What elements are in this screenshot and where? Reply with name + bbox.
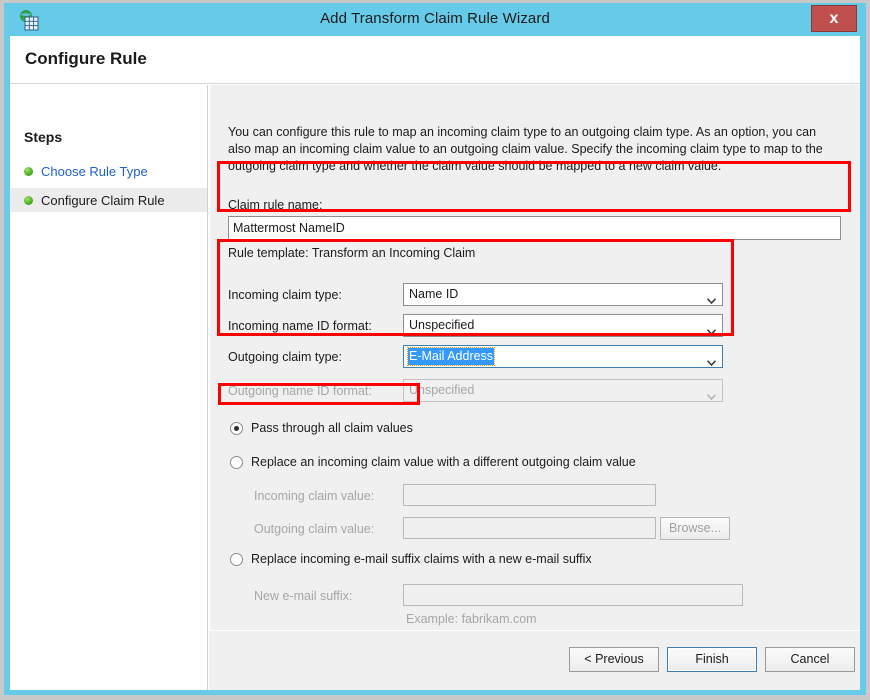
sidebar-item-label: Configure Claim Rule — [41, 193, 165, 208]
sidebar-title: Steps — [24, 129, 62, 145]
close-icon[interactable]: x — [811, 5, 857, 32]
incoming-claim-value-input — [403, 484, 656, 506]
claim-rule-name-input[interactable]: Mattermost NameID — [228, 216, 841, 240]
wizard-window: Add Transform Claim Rule Wizard x Config… — [4, 3, 866, 695]
steps-sidebar: Steps Choose Rule Type Configure Claim R… — [10, 85, 208, 690]
chevron-down-icon — [707, 322, 716, 328]
radio-replace-claim-value[interactable]: Replace an incoming claim value with a d… — [230, 455, 636, 469]
chevron-down-icon — [707, 291, 716, 297]
incoming-name-id-format-value: Unspecified — [408, 317, 475, 334]
incoming-claim-type-value: Name ID — [408, 286, 459, 303]
title-bar: Add Transform Claim Rule Wizard x — [4, 3, 866, 36]
incoming-name-id-format-select[interactable]: Unspecified — [403, 314, 723, 337]
radio-label: Replace an incoming claim value with a d… — [251, 455, 636, 469]
screenshot-root: Add Transform Claim Rule Wizard x Config… — [0, 0, 870, 700]
chevron-down-icon — [707, 353, 716, 359]
step-bullet-icon — [24, 196, 33, 205]
incoming-claim-type-label: Incoming claim type: — [228, 288, 342, 302]
incoming-name-id-format-label: Incoming name ID format: — [228, 319, 372, 333]
previous-button[interactable]: < Previous — [569, 647, 659, 672]
finish-button[interactable]: Finish — [667, 647, 757, 672]
new-email-suffix-input — [403, 584, 743, 606]
outgoing-name-id-format-select: Unspecified — [403, 379, 723, 402]
cancel-button[interactable]: Cancel — [765, 647, 855, 672]
window-title: Add Transform Claim Rule Wizard — [4, 10, 866, 27]
browse-button: Browse... — [660, 517, 730, 540]
outgoing-claim-type-select[interactable]: E-Mail Address — [403, 345, 723, 368]
rule-template-text: Rule template: Transform an Incoming Cla… — [228, 246, 475, 260]
footer-button-bar: < Previous Finish Cancel — [209, 630, 860, 690]
sidebar-item-choose-rule-type[interactable]: Choose Rule Type — [10, 159, 207, 183]
radio-label: Replace incoming e-mail suffix claims wi… — [251, 552, 592, 566]
radio-icon — [230, 456, 243, 469]
radio-label: Pass through all claim values — [251, 421, 413, 435]
main-content: You can configure this rule to map an in… — [209, 85, 860, 690]
sidebar-item-label: Choose Rule Type — [41, 164, 148, 179]
sidebar-item-configure-claim-rule[interactable]: Configure Claim Rule — [10, 188, 207, 212]
outgoing-name-id-format-value: Unspecified — [408, 382, 475, 399]
outgoing-claim-value-label: Outgoing claim value: — [254, 522, 374, 536]
outgoing-claim-type-label: Outgoing claim type: — [228, 350, 342, 364]
header-band: Configure Rule — [10, 36, 860, 84]
claim-rule-name-label: Claim rule name: — [228, 198, 322, 212]
page-title: Configure Rule — [25, 49, 147, 69]
radio-replace-email-suffix[interactable]: Replace incoming e-mail suffix claims wi… — [230, 552, 592, 566]
outgoing-claim-value-input — [403, 517, 656, 539]
radio-icon — [230, 422, 243, 435]
client-area: Configure Rule Steps Choose Rule Type Co… — [10, 36, 860, 690]
new-email-suffix-label: New e-mail suffix: — [254, 589, 352, 603]
description-text: You can configure this rule to map an in… — [228, 124, 840, 175]
radio-icon — [230, 553, 243, 566]
step-bullet-icon — [24, 167, 33, 176]
radio-pass-through-all[interactable]: Pass through all claim values — [230, 421, 413, 435]
incoming-claim-value-label: Incoming claim value: — [254, 489, 374, 503]
example-hint: Example: fabrikam.com — [406, 612, 537, 626]
outgoing-claim-type-value: E-Mail Address — [408, 348, 494, 365]
outgoing-name-id-format-label: Outgoing name ID format: — [228, 384, 372, 398]
chevron-down-icon — [707, 387, 716, 393]
incoming-claim-type-select[interactable]: Name ID — [403, 283, 723, 306]
